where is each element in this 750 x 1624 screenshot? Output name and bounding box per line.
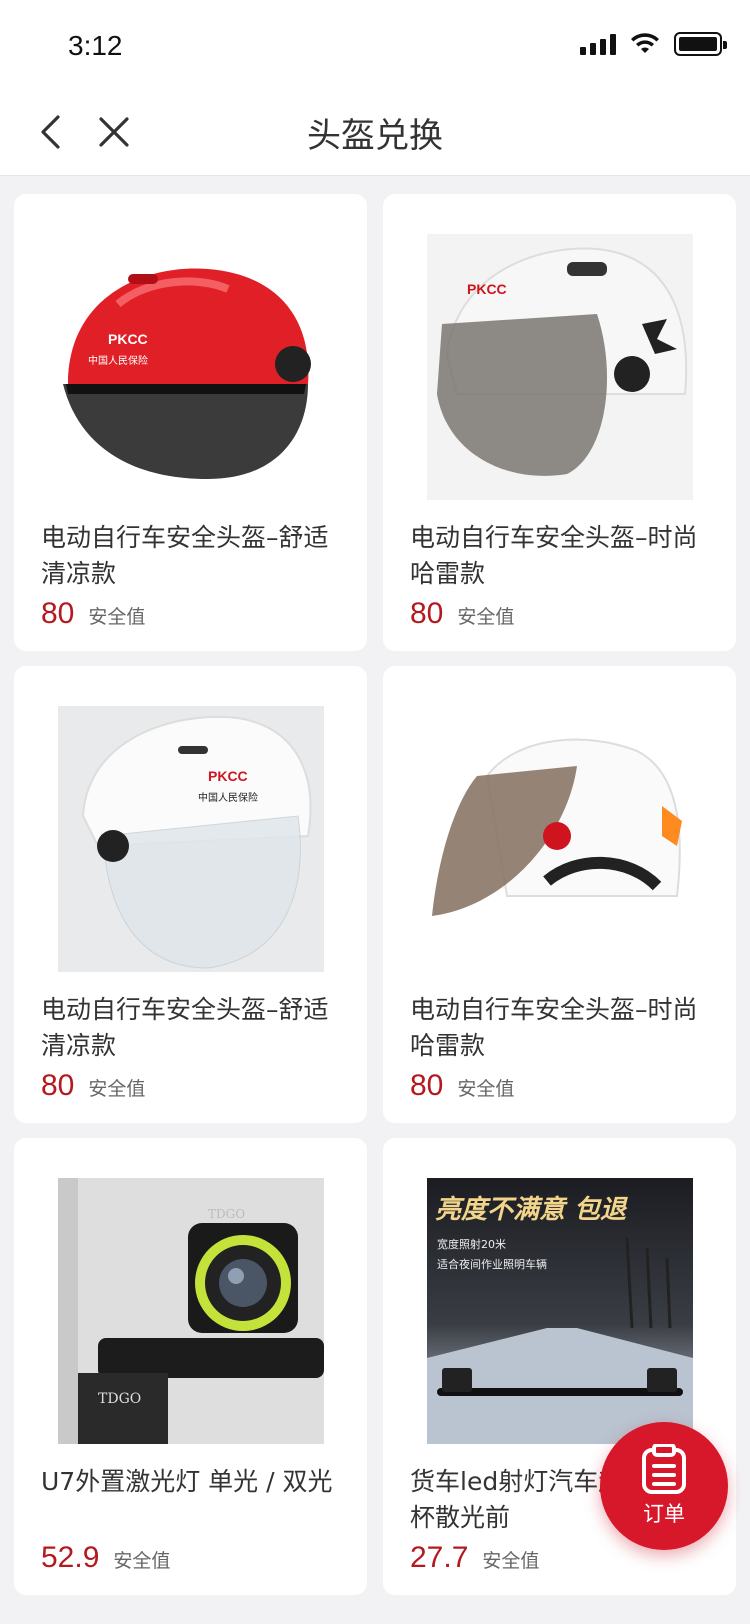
svg-text:中国人民保险: 中国人民保险 bbox=[88, 354, 148, 367]
product-image: TDGO TDGO bbox=[58, 1178, 324, 1444]
product-title: 电动自行车安全头盔–时尚哈雷款 bbox=[410, 523, 698, 588]
price-row: 27.7 安全值 bbox=[410, 1541, 539, 1575]
product-title: 电动自行车安全头盔–舒适清凉款 bbox=[41, 523, 329, 588]
product-price: 80 bbox=[41, 1069, 75, 1102]
price-row: 80 安全值 bbox=[410, 1069, 514, 1103]
price-row: 52.9 安全值 bbox=[41, 1541, 170, 1575]
product-grid: PKCC 中国人民保险 电动自行车安全头盔–舒适清凉款 80 安全值 PKCC … bbox=[14, 194, 736, 1595]
price-unit: 安全值 bbox=[88, 606, 146, 628]
product-image bbox=[427, 706, 693, 972]
svg-text:PKCC: PKCC bbox=[108, 331, 148, 347]
svg-text:TDGO: TDGO bbox=[208, 1207, 245, 1221]
battery-icon bbox=[674, 32, 727, 56]
product-image: 亮度不满意 包退 宽度照射20米 适合夜间作业照明车辆 bbox=[427, 1178, 693, 1444]
product-title: 电动自行车安全头盔–舒适清凉款 bbox=[41, 995, 329, 1060]
price-unit: 安全值 bbox=[113, 1550, 171, 1572]
product-price: 80 bbox=[410, 597, 444, 630]
price-row: 80 安全值 bbox=[410, 597, 514, 631]
svg-text:TDGO: TDGO bbox=[98, 1391, 141, 1407]
product-price: 27.7 bbox=[410, 1541, 469, 1574]
order-button[interactable]: 订单 bbox=[600, 1422, 728, 1550]
page-title: 头盔兑换 bbox=[307, 116, 443, 156]
product-card[interactable]: PKCC 中国人民保险 电动自行车安全头盔–舒适清凉款 80 安全值 bbox=[14, 194, 367, 651]
svg-text:宽度照射20米: 宽度照射20米 bbox=[437, 1237, 506, 1251]
product-price: 80 bbox=[410, 1069, 444, 1102]
status-time: 3:12 bbox=[68, 30, 123, 61]
product-price: 52.9 bbox=[41, 1541, 100, 1574]
svg-text:PKCC: PKCC bbox=[208, 768, 248, 784]
svg-text:中国人民保险: 中国人民保险 bbox=[198, 791, 258, 804]
price-row: 80 安全值 bbox=[41, 1069, 145, 1103]
product-card[interactable]: PKCC 电动自行车安全头盔–时尚哈雷款 80 安全值 bbox=[383, 194, 736, 651]
product-price: 80 bbox=[41, 597, 75, 630]
product-card[interactable]: TDGO TDGO U7外置激光灯 单光 / 双光 52.9 安全值 bbox=[14, 1138, 367, 1595]
signal-icon bbox=[580, 33, 616, 55]
clipboard-icon bbox=[642, 1444, 686, 1494]
product-title: 电动自行车安全头盔–时尚哈雷款 bbox=[410, 995, 698, 1060]
status-icons bbox=[580, 32, 727, 56]
product-image: PKCC 中国人民保险 bbox=[58, 234, 324, 500]
price-unit: 安全值 bbox=[482, 1550, 540, 1572]
price-unit: 安全值 bbox=[457, 606, 515, 628]
svg-text:适合夜间作业照明车辆: 适合夜间作业照明车辆 bbox=[437, 1257, 547, 1271]
svg-text:PKCC: PKCC bbox=[467, 281, 507, 297]
order-button-label: 订单 bbox=[643, 1502, 685, 1526]
price-unit: 安全值 bbox=[457, 1078, 515, 1100]
product-title: U7外置激光灯 单光 / 双光 bbox=[41, 1467, 333, 1496]
price-row: 80 安全值 bbox=[41, 597, 145, 631]
nav-bar: 头盔兑换 bbox=[0, 88, 750, 176]
product-image: PKCC 中国人民保险 bbox=[58, 706, 324, 972]
price-unit: 安全值 bbox=[88, 1078, 146, 1100]
product-card[interactable]: PKCC 中国人民保险 电动自行车安全头盔–舒适清凉款 80 安全值 bbox=[14, 666, 367, 1123]
status-bar: 3:12 bbox=[0, 0, 750, 88]
svg-text:亮度不满意 包退: 亮度不满意 包退 bbox=[435, 1195, 628, 1225]
product-card[interactable]: 电动自行车安全头盔–时尚哈雷款 80 安全值 bbox=[383, 666, 736, 1123]
product-image: PKCC bbox=[427, 234, 693, 500]
wifi-icon bbox=[631, 33, 659, 53]
